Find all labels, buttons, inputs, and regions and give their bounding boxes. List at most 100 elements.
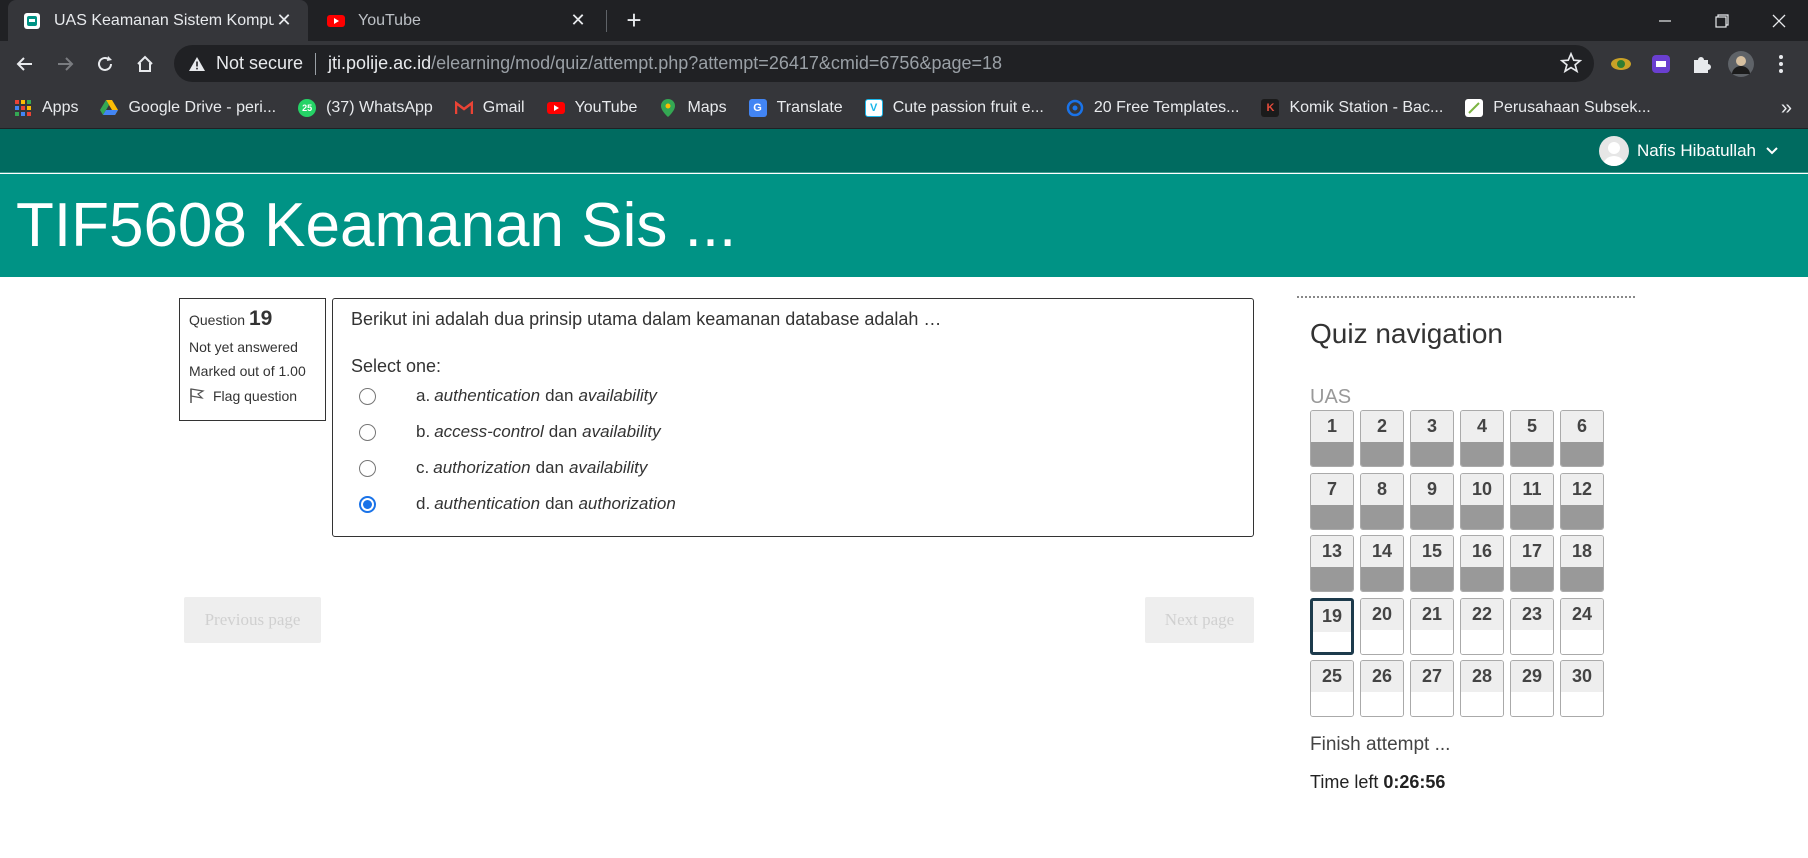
bookmark-google-drive[interactable]: Google Drive - peri... bbox=[100, 99, 276, 117]
quiz-nav-question-2[interactable]: 2 bbox=[1360, 410, 1404, 467]
radio-button[interactable] bbox=[359, 423, 376, 441]
quiz-nav-question-state bbox=[1561, 567, 1603, 591]
answer-option-c[interactable]: c. authorization dan availability bbox=[359, 455, 647, 481]
bookmark-perusahaan[interactable]: Perusahaan Subsek... bbox=[1465, 98, 1651, 117]
bookmark-maps[interactable]: Maps bbox=[659, 98, 727, 117]
finish-attempt-link[interactable]: Finish attempt ... bbox=[1310, 734, 1450, 756]
quiz-nav-question-state bbox=[1361, 505, 1403, 529]
minimize-button[interactable] bbox=[1640, 0, 1690, 41]
bookmark-gmail[interactable]: Gmail bbox=[454, 99, 525, 117]
quiz-nav-question-27[interactable]: 27 bbox=[1410, 660, 1454, 717]
quiz-nav-question-15[interactable]: 15 bbox=[1410, 535, 1454, 592]
quiz-nav-question-number: 4 bbox=[1461, 411, 1503, 442]
quiz-nav-question-26[interactable]: 26 bbox=[1360, 660, 1404, 717]
select-prompt: Select one: bbox=[351, 356, 442, 376]
radio-button[interactable] bbox=[359, 387, 376, 405]
close-icon[interactable]: ✕ bbox=[568, 10, 588, 31]
reload-button[interactable] bbox=[89, 48, 121, 80]
url-host[interactable]: jti.polije.ac.id bbox=[328, 53, 431, 74]
new-tab-button[interactable]: + bbox=[620, 5, 648, 35]
quiz-nav-question-number: 5 bbox=[1511, 411, 1553, 442]
answer-option-b[interactable]: b. access-control dan availability bbox=[359, 419, 661, 445]
bookmark-templates[interactable]: 20 Free Templates... bbox=[1066, 99, 1239, 117]
extension-purple-icon[interactable] bbox=[1646, 49, 1676, 79]
tab-youtube[interactable]: YouTube ✕ bbox=[312, 0, 602, 41]
answer-option-d[interactable]: d. authentication dan authorization bbox=[359, 491, 676, 517]
quiz-nav-question-5[interactable]: 5 bbox=[1510, 410, 1554, 467]
quiz-nav-question-state bbox=[1461, 505, 1503, 529]
previous-page-button[interactable]: Previous page bbox=[184, 597, 321, 643]
quiz-nav-question-16[interactable]: 16 bbox=[1460, 535, 1504, 592]
quiz-nav-question-4[interactable]: 4 bbox=[1460, 410, 1504, 467]
bookmark-label: Apps bbox=[42, 98, 79, 116]
flag-question-button[interactable]: Flag question bbox=[189, 388, 316, 404]
home-button[interactable] bbox=[129, 48, 161, 80]
quiz-nav-question-30[interactable]: 30 bbox=[1560, 660, 1604, 717]
browser-tab-strip: UAS Keamanan Sistem Komputer ✕ YouTube ✕… bbox=[0, 0, 1808, 41]
quiz-nav-question-13[interactable]: 13 bbox=[1310, 535, 1354, 592]
templates-icon bbox=[1066, 99, 1084, 117]
whatsapp-icon: 25 bbox=[298, 98, 317, 117]
chevron-double-right-icon[interactable]: » bbox=[1781, 97, 1792, 120]
quiz-nav-question-12[interactable]: 12 bbox=[1560, 473, 1604, 530]
profile-avatar-icon[interactable] bbox=[1726, 49, 1756, 79]
quiz-nav-question-24[interactable]: 24 bbox=[1560, 598, 1604, 655]
answer-letter: a. bbox=[416, 386, 431, 405]
quiz-nav-question-state bbox=[1511, 567, 1553, 591]
extension-eye-icon[interactable] bbox=[1606, 49, 1636, 79]
address-bar[interactable]: Not secure jti.polije.ac.id /elearning/m… bbox=[174, 45, 1594, 82]
bookmark-whatsapp[interactable]: 25 (37) WhatsApp bbox=[298, 98, 433, 117]
quiz-nav-question-17[interactable]: 17 bbox=[1510, 535, 1554, 592]
bookmark-translate[interactable]: G Translate bbox=[748, 98, 843, 117]
back-button[interactable] bbox=[9, 48, 41, 80]
quiz-nav-question-state bbox=[1311, 567, 1353, 591]
quiz-nav-question-6[interactable]: 6 bbox=[1560, 410, 1604, 467]
quiz-nav-question-number: 20 bbox=[1361, 599, 1403, 630]
restore-button[interactable] bbox=[1697, 0, 1747, 41]
quiz-nav-question-25[interactable]: 25 bbox=[1310, 660, 1354, 717]
user-menu[interactable]: Nafis Hibatullah bbox=[1598, 136, 1778, 166]
quiz-nav-question-state bbox=[1511, 505, 1553, 529]
quiz-nav-question-3[interactable]: 3 bbox=[1410, 410, 1454, 467]
quiz-nav-question-21[interactable]: 21 bbox=[1410, 598, 1454, 655]
answer-option-a[interactable]: a. authentication dan availability bbox=[359, 383, 657, 409]
vimeo-icon: V bbox=[864, 98, 883, 117]
quiz-nav-question-22[interactable]: 22 bbox=[1460, 598, 1504, 655]
bookmark-label: Komik Station - Bac... bbox=[1289, 98, 1444, 116]
warning-icon[interactable] bbox=[188, 56, 206, 72]
bookmark-youtube[interactable]: YouTube bbox=[546, 99, 637, 117]
quiz-nav-question-7[interactable]: 7 bbox=[1310, 473, 1354, 530]
bookmark-cute-passion[interactable]: V Cute passion fruit e... bbox=[864, 98, 1044, 117]
quiz-nav-question-23[interactable]: 23 bbox=[1510, 598, 1554, 655]
close-icon[interactable]: ✕ bbox=[274, 10, 294, 31]
quiz-nav-question-14[interactable]: 14 bbox=[1360, 535, 1404, 592]
quiz-section-label: UAS bbox=[1310, 386, 1352, 408]
tab-uas-keamanan[interactable]: UAS Keamanan Sistem Komputer ✕ bbox=[8, 0, 308, 41]
browser-menu-icon[interactable] bbox=[1766, 49, 1796, 79]
bookmark-apps[interactable]: Apps bbox=[14, 99, 78, 117]
url-path[interactable]: /elearning/mod/quiz/attempt.php?attempt=… bbox=[431, 53, 1002, 74]
flag-icon bbox=[190, 388, 205, 403]
close-window-button[interactable] bbox=[1754, 0, 1804, 41]
user-avatar bbox=[1598, 136, 1629, 166]
quiz-nav-question-number: 28 bbox=[1461, 661, 1503, 692]
quiz-nav-question-29[interactable]: 29 bbox=[1510, 660, 1554, 717]
quiz-nav-question-8[interactable]: 8 bbox=[1360, 473, 1404, 530]
quiz-nav-question-28[interactable]: 28 bbox=[1460, 660, 1504, 717]
next-page-button[interactable]: Next page bbox=[1145, 597, 1254, 643]
bookmark-komik-station[interactable]: K Komik Station - Bac... bbox=[1261, 98, 1444, 117]
quiz-nav-question-20[interactable]: 20 bbox=[1360, 598, 1404, 655]
quiz-nav-question-10[interactable]: 10 bbox=[1460, 473, 1504, 530]
quiz-nav-question-19[interactable]: 19 bbox=[1310, 598, 1354, 655]
bookmark-star-icon[interactable] bbox=[1559, 51, 1583, 79]
quiz-nav-question-state bbox=[1461, 692, 1503, 716]
quiz-nav-question-18[interactable]: 18 bbox=[1560, 535, 1604, 592]
forward-button[interactable] bbox=[49, 48, 81, 80]
radio-button[interactable] bbox=[359, 459, 376, 477]
security-label[interactable]: Not secure bbox=[216, 53, 303, 74]
quiz-nav-question-11[interactable]: 11 bbox=[1510, 473, 1554, 530]
quiz-nav-question-1[interactable]: 1 bbox=[1310, 410, 1354, 467]
extensions-puzzle-icon[interactable] bbox=[1686, 49, 1716, 79]
radio-button-selected[interactable] bbox=[359, 495, 376, 513]
quiz-nav-question-9[interactable]: 9 bbox=[1410, 473, 1454, 530]
